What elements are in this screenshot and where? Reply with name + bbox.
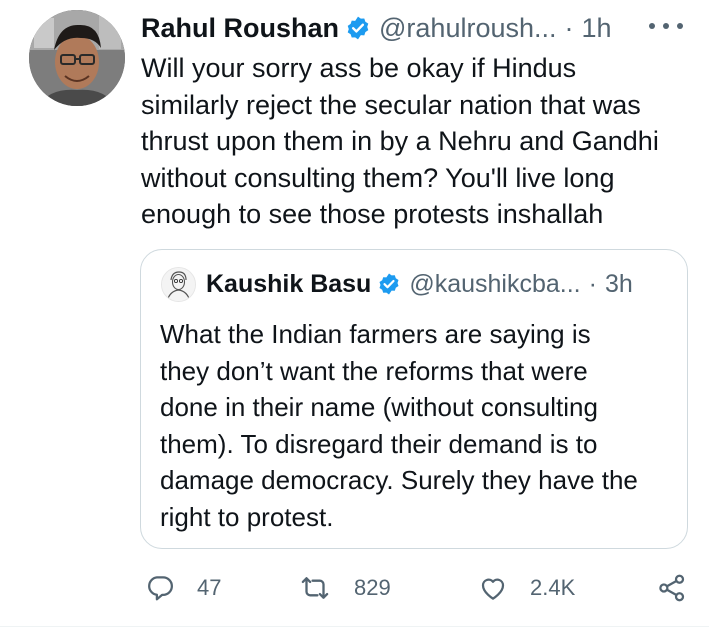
quoted-text-line: right to protest.: [160, 501, 334, 532]
tweet-text: Will your sorry ass be okay if Hindus si…: [141, 50, 686, 233]
quoted-tweet-header: Kaushik Basu @kaushikcba... · 3h: [206, 266, 633, 302]
verified-badge-icon: [345, 15, 371, 41]
quoted-author-handle: @kaushikcba...: [409, 269, 581, 298]
tweet[interactable]: Rahul Roushan @rahulroush... · 1h Will y…: [0, 0, 709, 632]
verified-badge-icon: [377, 272, 401, 296]
more-options-icon[interactable]: [649, 14, 683, 38]
tweet-text-line: similarly reject the secular nation that…: [141, 89, 641, 120]
share-button[interactable]: [656, 568, 688, 608]
tweet-text-line: thrust upon them in by a Nehru and Gandh…: [141, 126, 659, 156]
like-count: 2.4K: [530, 575, 576, 600]
quoted-text-line: them). To disregard their demand is to: [160, 428, 598, 459]
quoted-tweet-text: What the Indian farmers are saying is th…: [160, 316, 675, 535]
tweet-text-line: enough to see those protests inshallah: [141, 199, 604, 229]
quoted-tweet-card[interactable]: Kaushik Basu @kaushikcba... · 3h What th…: [140, 249, 688, 549]
quoted-text-line: done in their name (without consulting: [160, 392, 598, 422]
quoted-author-avatar: [161, 267, 196, 302]
tweet-header: Rahul Roushan @rahulroush... · 1h: [141, 8, 612, 48]
like-button[interactable]: 2.4K: [478, 568, 575, 608]
retweet-count: 829: [354, 575, 391, 600]
quoted-text-line: damage democracy. Surely they have the: [160, 465, 638, 495]
separator-dot: ·: [588, 269, 597, 298]
retweet-button[interactable]: 829: [298, 568, 391, 608]
reply-count: 47: [197, 575, 222, 600]
tweet-text-line: Will your sorry ass be okay if Hindus: [141, 53, 577, 83]
reply-button[interactable]: 47: [145, 568, 221, 608]
tweet-timestamp[interactable]: 1h: [582, 13, 612, 44]
author-avatar[interactable]: [29, 10, 125, 106]
separator-dot: ·: [564, 12, 574, 43]
retweet-icon: [298, 573, 332, 603]
share-icon: [656, 573, 688, 603]
quoted-author-name: Kaushik Basu: [206, 269, 372, 298]
reply-icon: [145, 573, 175, 603]
author-name[interactable]: Rahul Roushan: [141, 13, 339, 44]
heart-icon: [478, 573, 508, 603]
tweet-text-line: without consulting them? You'll live lon…: [141, 162, 615, 193]
tweet-actions-bar: 47 829 2.4K: [141, 568, 691, 608]
quoted-text-line: What the Indian farmers are saying is: [160, 319, 591, 349]
quoted-text-line: they don’t want the reforms that were: [160, 355, 588, 386]
quoted-timestamp: 3h: [604, 269, 633, 298]
author-handle[interactable]: @rahulroush...: [379, 13, 557, 44]
tweet-divider: [0, 626, 709, 627]
